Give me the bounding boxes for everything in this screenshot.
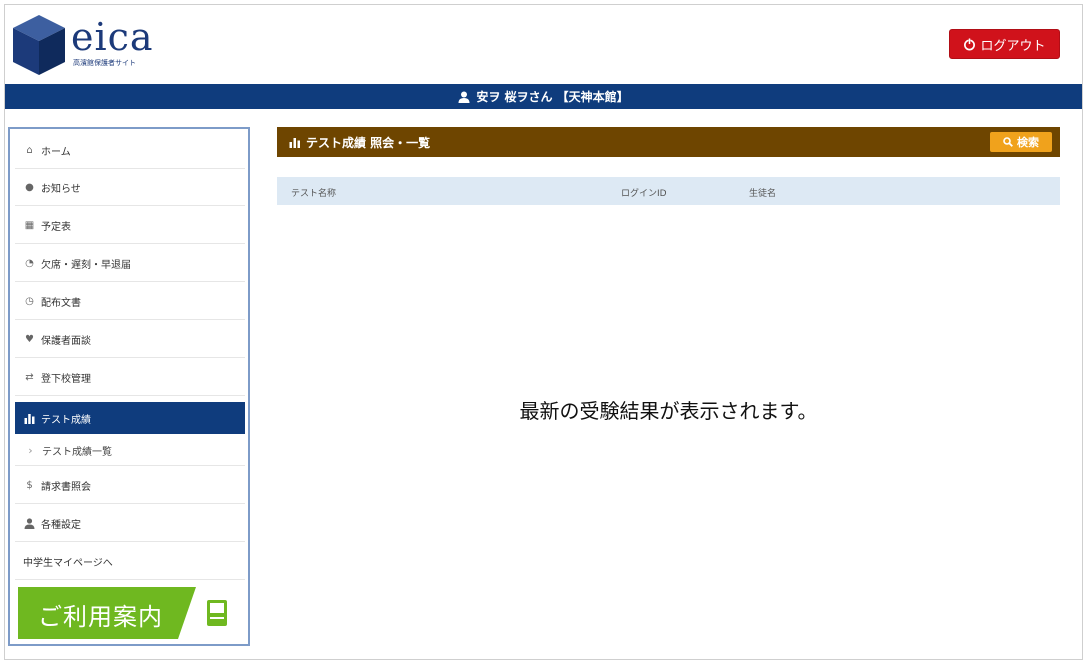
sidebar-item-label: 保護者面談 xyxy=(41,336,91,347)
sidebar-item-absence[interactable]: ◔ 欠席・遅刻・早退届 xyxy=(15,246,245,282)
results-table-header: テスト名称 ログインID 生徒名 xyxy=(277,177,1060,205)
book-icon xyxy=(207,600,227,626)
column-header-test-name: テスト名称 xyxy=(291,189,337,199)
sidebar-item-label: 請求書照会 xyxy=(41,482,91,493)
cube-logo-icon xyxy=(13,15,65,75)
panel-header: テスト成績 照会・一覧 検索 xyxy=(277,127,1060,157)
calendar-icon: ▦ xyxy=(24,220,35,231)
site-logo[interactable]: eica 高濱館保護者サイト xyxy=(9,13,159,77)
sidebar-item-settings[interactable]: 各種設定 xyxy=(15,506,245,542)
dollar-icon: $ xyxy=(26,480,33,491)
panel-title: テスト成績 照会・一覧 xyxy=(306,135,431,150)
user-icon xyxy=(458,91,470,103)
column-header-student-name: 生徒名 xyxy=(749,189,777,199)
sidebar-item-label: テスト成績 xyxy=(41,414,91,426)
sidebar-item-test-results[interactable]: テスト成績 xyxy=(15,402,245,434)
bar-chart-icon xyxy=(289,137,300,148)
search-button[interactable]: 検索 xyxy=(990,132,1052,152)
form-icon: ◔ xyxy=(25,258,34,269)
sidebar-item-interview[interactable]: ♥ 保護者面談 xyxy=(15,322,245,358)
sidebar-item-label: 配布文書 xyxy=(41,298,81,309)
chevron-right-icon: › xyxy=(28,444,33,457)
sidebar-item-label: ホーム xyxy=(41,147,71,158)
empty-results-message: 最新の受験結果が表示されます。 xyxy=(519,399,818,423)
guide-banner-label: ご利用案内 xyxy=(38,603,163,631)
bar-chart-icon xyxy=(24,413,35,424)
logo-wordmark: eica xyxy=(71,15,154,59)
sidebar-item-label: お知らせ xyxy=(41,184,81,195)
heart-icon: ♥ xyxy=(25,334,34,345)
logo-subtitle: 高濱館保護者サイト xyxy=(73,59,136,67)
search-icon xyxy=(1003,137,1013,147)
sidebar-item-schedule[interactable]: ▦ 予定表 xyxy=(15,208,245,244)
sidebar-item-label: 欠席・遅刻・早退届 xyxy=(41,260,131,271)
power-icon xyxy=(964,37,976,50)
search-label: 検索 xyxy=(1017,136,1039,149)
sidebar-item-label: 各種設定 xyxy=(41,520,81,531)
info-icon: ● xyxy=(25,182,34,193)
sidebar-item-label: テスト成績一覧 xyxy=(42,447,112,458)
sidebar-item-documents[interactable]: ◷ 配布文書 xyxy=(15,284,245,320)
sidebar-item-invoice[interactable]: $ 請求書照会 xyxy=(15,468,245,504)
sidebar-item-news[interactable]: ● お知らせ xyxy=(15,170,245,206)
logout-button[interactable]: ログアウト xyxy=(949,29,1060,59)
sidebar-item-home[interactable]: ⌂ ホーム xyxy=(15,133,245,169)
page-frame: eica 高濱館保護者サイト ログアウト 安ヲ 桜ヲさん 【天神本館】 ⌂ ホー… xyxy=(4,4,1083,660)
sidebar-item-attendance[interactable]: ⇄ 登下校管理 xyxy=(15,360,245,396)
guide-banner-button[interactable]: ご利用案内 xyxy=(18,587,246,639)
sidebar-item-label: 予定表 xyxy=(41,222,71,233)
document-icon: ◷ xyxy=(25,296,34,307)
sidebar-subitem-test-list[interactable]: › テスト成績一覧 xyxy=(15,436,245,466)
logout-label: ログアウト xyxy=(980,38,1046,54)
user-bar: 安ヲ 桜ヲさん 【天神本館】 xyxy=(5,84,1082,109)
sidebar-item-junior-high-mypage[interactable]: 中学生マイページへ xyxy=(15,544,245,580)
user-icon xyxy=(24,518,35,529)
home-icon: ⌂ xyxy=(26,145,33,156)
sidebar-item-label: 中学生マイページへ xyxy=(23,558,113,569)
sidebar-nav: ⌂ ホーム ● お知らせ ▦ 予定表 ◔ 欠席・遅刻・早退届 ◷ 配布文書 ♥ … xyxy=(8,127,250,646)
user-name: 安ヲ 桜ヲさん 【天神本館】 xyxy=(476,90,629,104)
sidebar-item-label: 登下校管理 xyxy=(41,374,91,385)
column-header-login-id: ログインID xyxy=(621,189,667,199)
site-header: eica 高濱館保護者サイト ログアウト xyxy=(5,5,1082,85)
swap-icon: ⇄ xyxy=(25,372,34,383)
